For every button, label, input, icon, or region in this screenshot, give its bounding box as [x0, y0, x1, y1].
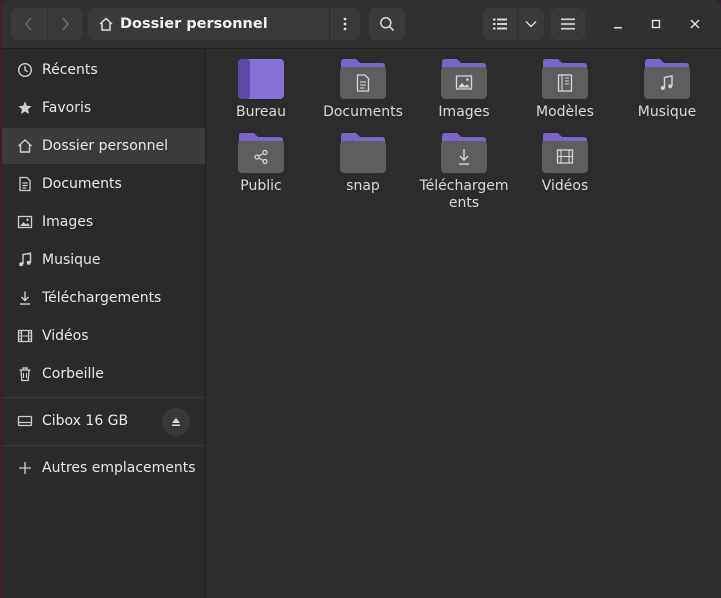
current-location-label[interactable]: Dossier personnel [120, 8, 268, 40]
sidebar-item-label: Autres emplacements [42, 460, 196, 476]
sidebar-item-recents[interactable]: Récents [2, 52, 205, 88]
home-icon [18, 139, 32, 153]
sidebar: Récents Favoris Dossier personnel Docume… [2, 49, 206, 598]
file-item-musique[interactable]: Musique [619, 58, 715, 121]
clock-icon [17, 62, 33, 78]
videos-folder-icon [542, 133, 588, 173]
file-label: Musique [637, 104, 697, 120]
image-icon [17, 215, 33, 229]
minimize-button[interactable] [606, 12, 630, 36]
sidebar-item-label: Vidéos [42, 328, 89, 344]
chevron-left-icon [24, 17, 32, 31]
view-options-button[interactable] [518, 8, 544, 40]
minimize-icon [614, 27, 622, 29]
drive-icon [17, 415, 33, 427]
sidebar-item-videos[interactable]: Vidéos [2, 318, 205, 354]
file-item-videos[interactable]: Vidéos [517, 132, 613, 195]
file-item-public[interactable]: Public [213, 132, 309, 195]
sidebar-item-trash[interactable]: Corbeille [2, 356, 205, 392]
forward-button[interactable] [48, 8, 82, 40]
chevron-right-icon [62, 17, 70, 31]
vertical-dots-icon [343, 17, 347, 31]
sidebar-item-label: Documents [42, 176, 122, 192]
sidebar-item-other-locations[interactable]: Autres emplacements [2, 450, 205, 486]
star-icon [18, 101, 32, 114]
trash-icon [19, 367, 31, 382]
sidebar-item-label: Favoris [42, 100, 92, 116]
images-folder-icon [441, 59, 487, 99]
music-icon [19, 252, 32, 267]
close-button[interactable] [683, 12, 707, 36]
location-menu-button[interactable] [329, 8, 360, 40]
sidebar-item-label: Cibox 16 GB [42, 413, 129, 429]
maximize-icon [651, 19, 661, 29]
sidebar-item-label: Musique [42, 252, 101, 268]
hamburger-icon [561, 18, 575, 30]
search-button[interactable] [369, 8, 405, 40]
sidebar-item-music[interactable]: Musique [2, 242, 205, 278]
sidebar-separator [2, 397, 205, 398]
public-folder-icon [238, 133, 284, 173]
close-icon [690, 19, 700, 29]
file-item-images[interactable]: Images [416, 58, 512, 121]
music-folder-icon [644, 59, 690, 99]
sidebar-item-favorites[interactable]: Favoris [2, 90, 205, 126]
home-icon [99, 17, 113, 31]
folder-icon [340, 133, 386, 173]
back-button[interactable] [11, 8, 47, 40]
file-item-telechargements[interactable]: Télécharge​ments [416, 132, 512, 212]
file-label: Bureau [236, 104, 286, 120]
file-manager-window: Dossier personnel Récents Favoris Dossie… [2, 0, 721, 598]
file-label: Documents [323, 104, 403, 120]
sidebar-item-label: Corbeille [42, 366, 104, 382]
file-item-modeles[interactable]: Modèles [517, 58, 613, 121]
downloads-folder-icon [441, 133, 487, 173]
file-label: Modèles [536, 104, 594, 120]
download-icon [20, 291, 30, 305]
file-item-bureau[interactable]: Bureau [213, 58, 309, 121]
file-label: Images [438, 104, 490, 120]
file-item-documents[interactable]: Documents [315, 58, 411, 121]
search-icon [380, 17, 395, 32]
chevron-down-icon [525, 20, 537, 28]
maximize-button[interactable] [644, 12, 668, 36]
documents-folder-icon [340, 59, 386, 99]
sidebar-item-label: Dossier personnel [42, 138, 169, 154]
file-label: snap [346, 178, 380, 194]
plus-icon [19, 462, 31, 474]
file-label: Vidéos [541, 178, 589, 194]
file-grid: Bureau Documents Images Modèles Musique … [206, 49, 721, 598]
film-icon [17, 329, 33, 343]
sidebar-item-images[interactable]: Images [2, 204, 205, 240]
sidebar-item-label: Récents [42, 62, 98, 78]
desktop-folder-icon [238, 59, 284, 99]
document-icon [19, 176, 31, 192]
file-label: Public [240, 178, 282, 194]
path-bar[interactable]: Dossier personnel [88, 8, 360, 40]
sidebar-item-home[interactable]: Dossier personnel [2, 128, 205, 164]
file-item-snap[interactable]: snap [315, 132, 411, 195]
templates-folder-icon [542, 59, 588, 99]
sidebar-item-label: Téléchargements [42, 290, 162, 306]
eject-icon [172, 418, 180, 426]
eject-button[interactable] [162, 408, 190, 436]
file-label: Télécharge​ments [419, 178, 509, 211]
sidebar-separator [2, 445, 205, 446]
main-menu-button[interactable] [551, 8, 585, 40]
sidebar-item-label: Images [42, 214, 94, 230]
list-view-icon [493, 18, 507, 30]
list-view-button[interactable] [483, 8, 517, 40]
sidebar-item-downloads[interactable]: Téléchargements [2, 280, 205, 316]
sidebar-item-documents[interactable]: Documents [2, 166, 205, 202]
header-bar: Dossier personnel [2, 0, 721, 49]
